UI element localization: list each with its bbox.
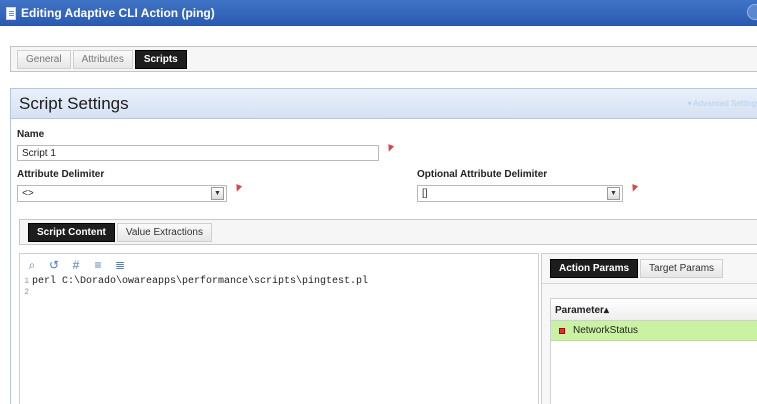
optional-attribute-delimiter-value: [] (422, 188, 428, 199)
window-title-bar: Editing Adaptive CLI Action (ping) (0, 0, 757, 26)
required-marker-icon (385, 144, 395, 153)
attribute-delimiter-select[interactable]: <> ▼ (17, 185, 227, 202)
attribute-delimiter-value: <> (22, 188, 34, 199)
window-close-icon[interactable] (747, 4, 757, 20)
tab-scripts[interactable]: Scripts (134, 49, 187, 69)
name-input[interactable] (17, 145, 379, 161)
tab-script-content[interactable]: Script Content (28, 222, 115, 242)
required-marker-icon (233, 184, 243, 193)
undo-icon[interactable]: ↺ (47, 258, 61, 272)
table-row[interactable]: NetworkStatus (551, 321, 757, 341)
line-number: 2 (24, 288, 29, 297)
required-marker-icon (629, 184, 639, 193)
code-text[interactable]: perl C:\Dorado\owareapps\performance\scr… (32, 276, 368, 287)
advanced-settings-link[interactable]: ▾ Advanced Settings (687, 99, 757, 108)
script-settings-panel: Script Settings ▾ Advanced Settings Name… (10, 88, 757, 404)
format-icon[interactable]: ≡ (91, 258, 105, 272)
code-line[interactable]: 1 perl C:\Dorado\owareapps\performance\s… (20, 276, 538, 287)
parameter-grid: Parameter▴ NetworkStatus (550, 298, 757, 404)
params-pane: Action Params Target Params Parameter▴ N… (541, 253, 757, 404)
optional-attribute-delimiter-label: Optional Attribute Delimiter (417, 169, 548, 180)
code-line[interactable]: 2 (20, 287, 538, 298)
window-title: Editing Adaptive CLI Action (ping) (21, 6, 215, 20)
document-icon (6, 6, 16, 20)
tab-general[interactable]: General (17, 49, 71, 69)
hash-icon[interactable]: # (69, 258, 83, 272)
attribute-delimiter-label: Attribute Delimiter (17, 169, 105, 180)
line-number: 1 (24, 277, 29, 286)
params-tab-bar: Action Params Target Params (542, 254, 757, 284)
tab-value-extractions[interactable]: Value Extractions (116, 222, 212, 242)
tab-attributes[interactable]: Attributes (72, 49, 133, 69)
chevron-down-icon[interactable]: ▼ (211, 187, 224, 200)
tab-action-params[interactable]: Action Params (550, 259, 639, 278)
editor-toolbar: ⌕ ↺ # ≡ ≣ (20, 254, 538, 276)
tab-target-params[interactable]: Target Params (640, 259, 724, 278)
status-square-icon (559, 327, 565, 334)
optional-attribute-delimiter-select[interactable]: [] ▼ (417, 185, 623, 202)
name-label: Name (17, 129, 45, 140)
panel-header: Script Settings ▾ Advanced Settings (11, 89, 757, 119)
search-icon[interactable]: ⌕ (25, 258, 39, 272)
script-editor[interactable]: ⌕ ↺ # ≡ ≣ 1 perl C:\Dorado\owareapps\per… (19, 253, 539, 404)
panel-title: Script Settings (19, 93, 129, 113)
parameter-column-header[interactable]: Parameter▴ (551, 299, 757, 321)
script-tab-bar: Script Content Value Extractions (19, 219, 757, 245)
parameter-name: NetworkStatus (573, 325, 639, 336)
top-tab-bar: General Attributes Scripts (10, 46, 757, 72)
chevron-down-icon[interactable]: ▼ (607, 187, 620, 200)
indent-icon[interactable]: ≣ (113, 258, 127, 272)
